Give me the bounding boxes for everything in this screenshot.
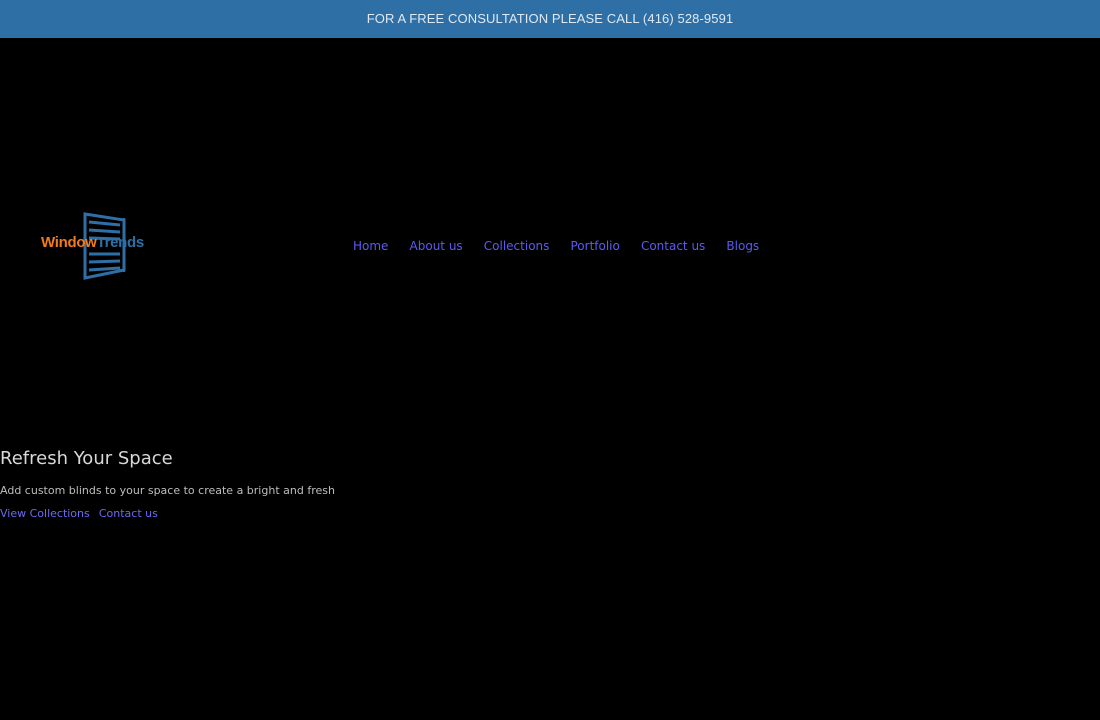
consultation-phone-text[interactable]: FOR A FREE CONSULTATION PLEASE CALL (416…: [367, 11, 734, 26]
top-announcement-bar: FOR A FREE CONSULTATION PLEASE CALL (416…: [0, 0, 1100, 38]
hero-links: View Collections Contact us: [0, 502, 162, 521]
logo-word-trends: Trends: [96, 234, 145, 251]
nav-item-about-us[interactable]: About us: [410, 239, 463, 253]
view-collections-link[interactable]: View Collections: [0, 507, 90, 520]
site-logo[interactable]: WindowTrends: [40, 208, 170, 280]
nav-item-home[interactable]: Home: [353, 239, 388, 253]
nav-item-contact-us[interactable]: Contact us: [641, 239, 705, 253]
main-navigation: Home About us Collections Portfolio Cont…: [353, 235, 775, 253]
nav-item-blogs[interactable]: Blogs: [726, 239, 759, 253]
nav-item-portfolio[interactable]: Portfolio: [570, 239, 619, 253]
hero-title: Refresh Your Space: [0, 448, 173, 469]
logo-wordmark: WindowTrends: [41, 234, 144, 251]
hero-description: Add custom blinds to your space to creat…: [0, 484, 335, 497]
nav-item-collections[interactable]: Collections: [484, 239, 550, 253]
logo-word-window: Window: [41, 234, 97, 251]
contact-us-link[interactable]: Contact us: [99, 507, 158, 520]
